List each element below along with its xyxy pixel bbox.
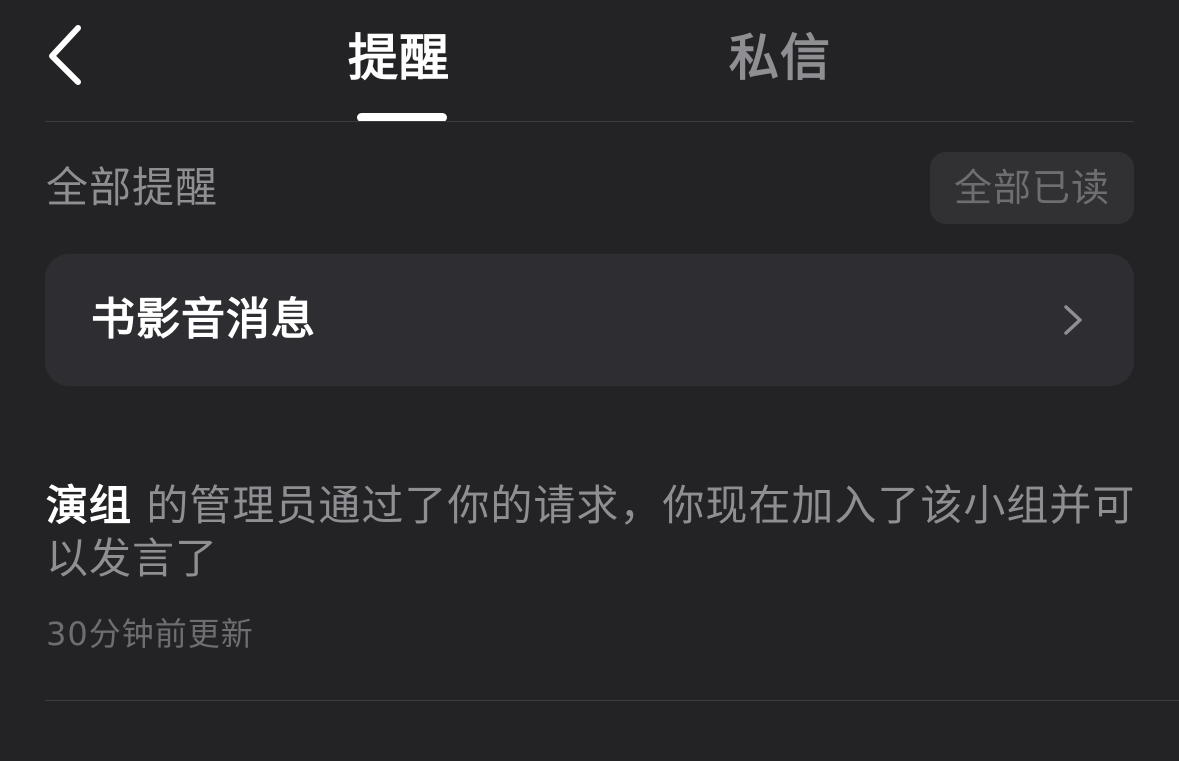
chevron-left-icon — [49, 25, 81, 85]
tab-reminders[interactable]: 提醒 — [348, 28, 450, 88]
list-divider — [45, 700, 1179, 701]
tab-private-messages[interactable]: 私信 — [729, 28, 833, 88]
group-name-link[interactable]: 演组 — [46, 481, 132, 530]
header-divider — [45, 121, 1134, 122]
section-title: 全部提醒 — [46, 163, 219, 212]
notification-item[interactable]: 演组 的管理员通过了你的请求，你现在加入了该小组并可以发言了 — [46, 479, 1141, 585]
notification-timestamp: 30分钟前更新 — [46, 615, 254, 653]
media-messages-card[interactable]: 书影音消息 — [45, 254, 1134, 386]
mark-all-read-button[interactable]: 全部已读 — [930, 152, 1134, 224]
notification-message: 的管理员通过了你的请求，你现在加入了该小组并可以发言了 — [46, 481, 1136, 583]
chevron-right-icon — [1064, 305, 1082, 335]
back-button[interactable] — [38, 18, 98, 90]
media-messages-label: 书影音消息 — [91, 294, 316, 345]
